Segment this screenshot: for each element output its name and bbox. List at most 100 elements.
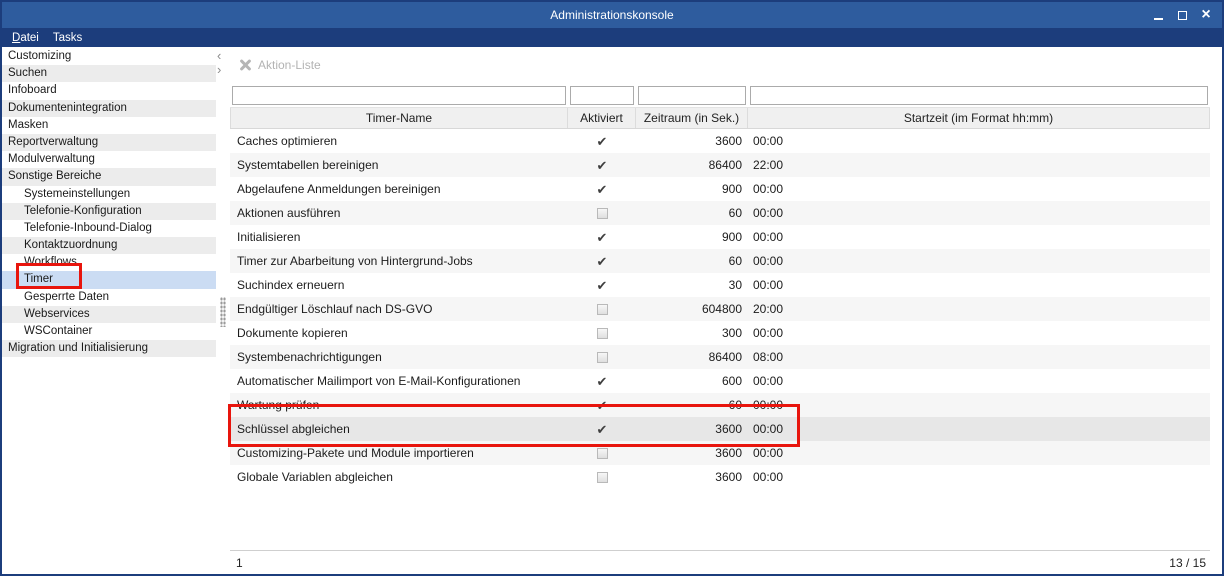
- administration-console-window: Administrationskonsole × Datei Tasks Cus…: [0, 0, 1224, 576]
- filter-input-startzeit[interactable]: [750, 86, 1208, 105]
- sidebar-item-workflows[interactable]: Workflows: [2, 254, 216, 271]
- sidebar-item-telefonie-inbound-dialog[interactable]: Telefonie-Inbound-Dialog: [2, 220, 216, 237]
- timer-table: Timer-Name Aktiviert Zeitraum (in Sek.) …: [230, 83, 1210, 550]
- timer-row-caches-optimieren[interactable]: Caches optimieren✔360000:00: [230, 129, 1210, 153]
- checkbox-checked-icon[interactable]: ✔: [597, 135, 608, 148]
- zeitraum-cell: 60: [636, 249, 748, 273]
- aktiviert-cell: ✔: [568, 225, 636, 249]
- timer-row-systembenachrichtigungen[interactable]: Systembenachrichtigungen8640008:00: [230, 345, 1210, 369]
- checkbox-unchecked[interactable]: [597, 352, 608, 363]
- sidebar-item-customizing[interactable]: Customizing: [2, 48, 216, 65]
- column-header-timer-name[interactable]: Timer-Name: [230, 108, 568, 128]
- checkbox-checked-icon[interactable]: ✔: [597, 279, 608, 292]
- main-panel: Aktion-Liste Timer-Name Aktiviert Zeitra…: [230, 47, 1222, 574]
- timer-row-dokumente-kopieren[interactable]: Dokumente kopieren30000:00: [230, 321, 1210, 345]
- maximize-button[interactable]: [1170, 5, 1194, 25]
- filter-cell: [748, 85, 1210, 105]
- checkbox-checked-icon[interactable]: ✔: [597, 255, 608, 268]
- timer-name-cell: Systembenachrichtigungen: [230, 345, 568, 369]
- timer-row-globale-variablen-abgleichen[interactable]: Globale Variablen abgleichen360000:00: [230, 465, 1210, 489]
- aktion-liste-tools-icon: [238, 58, 252, 72]
- statusbar: 1 13 / 15: [230, 550, 1210, 574]
- minimize-button[interactable]: [1146, 5, 1170, 25]
- sidebar-item-kontaktzuordnung[interactable]: Kontaktzuordnung: [2, 237, 216, 254]
- timer-name-cell: Aktionen ausführen: [230, 201, 568, 225]
- sidebar-item-sonstige-bereiche[interactable]: Sonstige Bereiche: [2, 168, 216, 185]
- sidebar-item-dokumentenintegration[interactable]: Dokumentenintegration: [2, 100, 216, 117]
- filter-input-timer-name[interactable]: [232, 86, 566, 105]
- timer-row-endgültiger-löschlauf-nach-ds-gvo[interactable]: Endgültiger Löschlauf nach DS-GVO6048002…: [230, 297, 1210, 321]
- sidebar-item-timer[interactable]: Timer: [2, 271, 216, 288]
- sidebar-item-modulverwaltung[interactable]: Modulverwaltung: [2, 151, 216, 168]
- timer-row-systemtabellen-bereinigen[interactable]: Systemtabellen bereinigen✔8640022:00: [230, 153, 1210, 177]
- column-header-aktiviert[interactable]: Aktiviert: [568, 108, 636, 128]
- zeitraum-cell: 300: [636, 321, 748, 345]
- filter-input-aktiviert[interactable]: [570, 86, 634, 105]
- column-header-zeitraum[interactable]: Zeitraum (in Sek.): [636, 108, 748, 128]
- aktiviert-cell: [568, 321, 636, 345]
- app-body: CustomizingSuchenInfoboardDokumenteninte…: [2, 47, 1222, 574]
- checkbox-unchecked[interactable]: [597, 472, 608, 483]
- aktiviert-cell: [568, 201, 636, 225]
- sidebar-item-telefonie-konfiguration[interactable]: Telefonie-Konfiguration: [2, 203, 216, 220]
- aktiviert-cell: [568, 345, 636, 369]
- menu-item-datei[interactable]: Datei: [12, 32, 39, 44]
- chevron-left-icon[interactable]: ‹: [217, 49, 221, 63]
- zeitraum-cell: 900: [636, 177, 748, 201]
- column-header-startzeit[interactable]: Startzeit (im Format hh:mm): [748, 108, 1210, 128]
- timer-row-timer-zur-abarbeitung-von-hintergrund-jobs[interactable]: Timer zur Abarbeitung von Hintergrund-Jo…: [230, 249, 1210, 273]
- sidebar-item-webservices[interactable]: Webservices: [2, 306, 216, 323]
- checkbox-checked-icon[interactable]: ✔: [597, 231, 608, 244]
- sidebar-splitter[interactable]: ‹ ›: [216, 47, 230, 574]
- timer-row-suchindex-erneuern[interactable]: Suchindex erneuern✔3000:00: [230, 273, 1210, 297]
- sidebar-item-wscontainer[interactable]: WSContainer: [2, 323, 216, 340]
- splitter-grip-icon[interactable]: [220, 297, 226, 327]
- zeitraum-cell: 30: [636, 273, 748, 297]
- checkbox-checked-icon[interactable]: ✔: [597, 375, 608, 388]
- close-button[interactable]: ×: [1194, 5, 1218, 25]
- checkbox-unchecked[interactable]: [597, 208, 608, 219]
- timer-row-aktionen-ausführen[interactable]: Aktionen ausführen 6000:00: [230, 201, 1210, 225]
- checkbox-unchecked[interactable]: [597, 304, 608, 315]
- sidebar-item-migration-und-initialisierung[interactable]: Migration und Initialisierung: [2, 340, 216, 357]
- sidebar-item-suchen[interactable]: Suchen: [2, 65, 216, 82]
- startzeit-cell: 00:00: [748, 417, 1210, 441]
- filter-cell: [230, 85, 568, 105]
- timer-row-customizing-pakete-und-module-importieren[interactable]: Customizing-Pakete und Module importiere…: [230, 441, 1210, 465]
- zeitraum-cell: 3600: [636, 129, 748, 153]
- zeitraum-cell: 86400: [636, 153, 748, 177]
- zeitraum-cell: 60: [636, 201, 748, 225]
- menu-item-tasks[interactable]: Tasks: [53, 32, 82, 44]
- timer-row-automatischer-mailimport-von-e-mail-konfigurationen[interactable]: Automatischer Mailimport von E-Mail-Konf…: [230, 369, 1210, 393]
- sidebar-item-infoboard[interactable]: Infoboard: [2, 82, 216, 99]
- checkbox-checked-icon[interactable]: ✔: [597, 423, 608, 436]
- aktiviert-cell: [568, 297, 636, 321]
- sidebar-item-systemeinstellungen[interactable]: Systemeinstellungen: [2, 186, 216, 203]
- minimize-icon: [1154, 18, 1163, 20]
- checkbox-checked-icon[interactable]: ✔: [597, 159, 608, 172]
- aktiviert-cell: ✔: [568, 369, 636, 393]
- checkbox-unchecked[interactable]: [597, 328, 608, 339]
- checkbox-checked-icon[interactable]: ✔: [597, 399, 608, 412]
- zeitraum-cell: 600: [636, 369, 748, 393]
- startzeit-cell: 00:00: [748, 249, 1210, 273]
- chevron-right-icon[interactable]: ›: [217, 63, 221, 77]
- statusbar-row-count: 13 / 15: [1169, 556, 1206, 570]
- timer-row-initialisieren[interactable]: Initialisieren✔90000:00: [230, 225, 1210, 249]
- sidebar-item-masken[interactable]: Masken: [2, 117, 216, 134]
- sidebar-item-reportverwaltung[interactable]: Reportverwaltung: [2, 134, 216, 151]
- startzeit-cell: 00:00: [748, 369, 1210, 393]
- startzeit-cell: 00:00: [748, 177, 1210, 201]
- startzeit-cell: 08:00: [748, 345, 1210, 369]
- timer-row-abgelaufene-anmeldungen-bereinigen[interactable]: Abgelaufene Anmeldungen bereinigen✔90000…: [230, 177, 1210, 201]
- timer-row-schlüssel-abgleichen[interactable]: Schlüssel abgleichen✔360000:00: [230, 417, 1210, 441]
- checkbox-checked-icon[interactable]: ✔: [597, 183, 608, 196]
- checkbox-unchecked[interactable]: [597, 448, 608, 459]
- table-body: Caches optimieren✔360000:00Systemtabelle…: [230, 129, 1210, 489]
- aktiviert-cell: ✔: [568, 153, 636, 177]
- filter-input-zeitraum[interactable]: [638, 86, 746, 105]
- startzeit-cell: 00:00: [748, 201, 1210, 225]
- sidebar-item-gesperrte-daten[interactable]: Gesperrte Daten: [2, 289, 216, 306]
- timer-name-cell: Customizing-Pakete und Module importiere…: [230, 441, 568, 465]
- timer-row-wartung-prüfen[interactable]: Wartung prüfen✔6000:00: [230, 393, 1210, 417]
